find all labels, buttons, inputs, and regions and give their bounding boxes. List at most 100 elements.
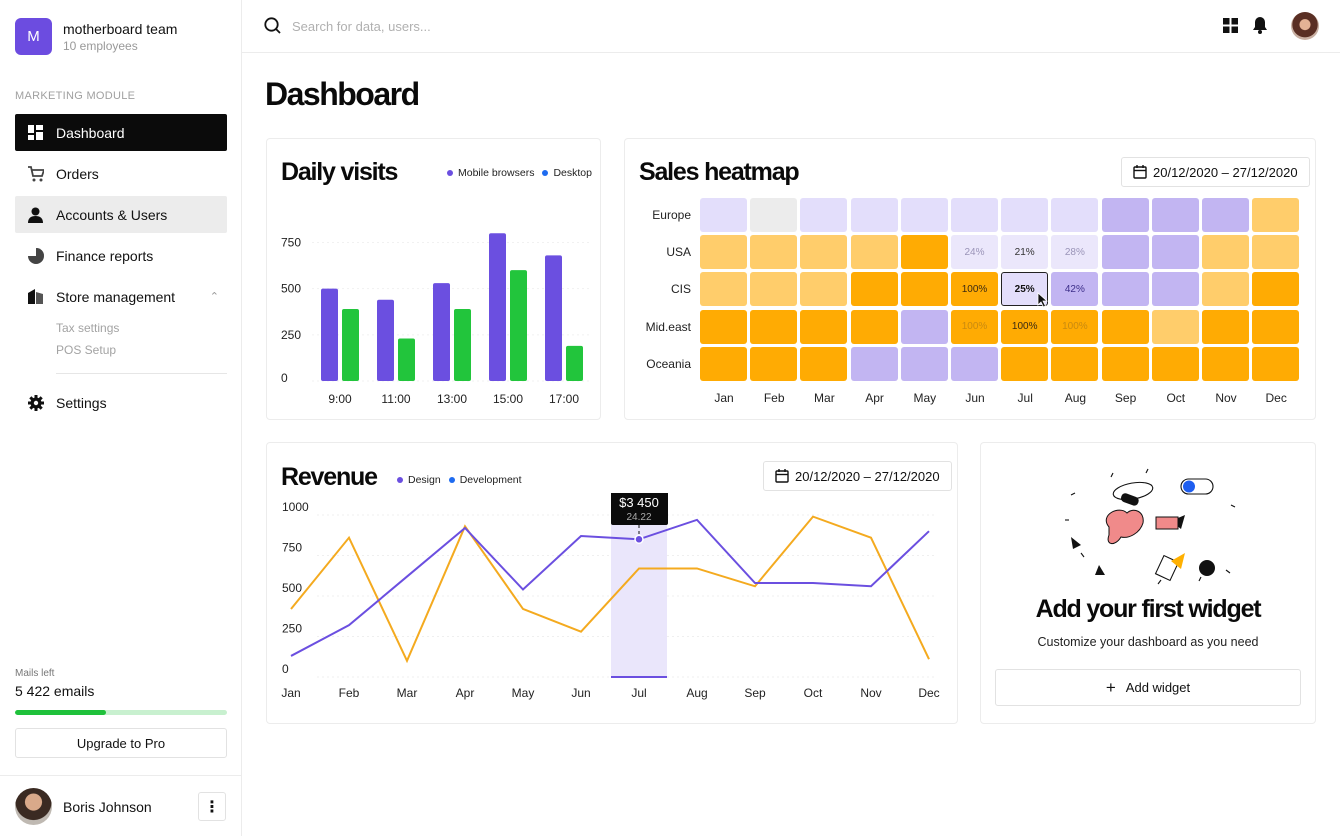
apps-grid-icon[interactable] <box>1223 18 1238 38</box>
bar-mobile-browsers[interactable] <box>377 299 394 381</box>
sidebar-item-accounts[interactable]: Accounts & Users <box>15 196 227 233</box>
heatmap-cell[interactable] <box>850 346 898 381</box>
heatmap-cell[interactable] <box>1151 198 1199 232</box>
heatmap-cell[interactable] <box>850 235 898 270</box>
bar-mobile-browsers[interactable] <box>545 255 562 381</box>
heatmap-cell[interactable] <box>1101 346 1149 381</box>
heatmap-cell[interactable] <box>750 235 798 270</box>
heatmap-cell[interactable] <box>800 235 848 270</box>
heatmap-cell[interactable] <box>1252 272 1300 307</box>
calendar-icon <box>775 469 789 483</box>
heatmap-cell[interactable] <box>1151 346 1199 381</box>
heatmap-cell[interactable] <box>1202 309 1249 344</box>
heatmap-cell[interactable] <box>1101 309 1149 344</box>
bar-desktop[interactable] <box>342 308 359 381</box>
heatmap-cell[interactable] <box>700 309 747 344</box>
bar-mobile-browsers[interactable] <box>433 283 450 381</box>
bar-desktop[interactable] <box>510 270 527 381</box>
search-input[interactable] <box>292 14 692 38</box>
heatmap-cell[interactable] <box>1252 346 1300 381</box>
bar-desktop[interactable] <box>454 308 471 381</box>
heatmap-cell[interactable] <box>800 346 848 381</box>
daily-visits-title: Daily visits <box>281 158 398 186</box>
gear-icon <box>27 394 44 411</box>
heatmap-cell[interactable]: 21% <box>1001 235 1049 270</box>
sidebar-item-dashboard[interactable]: Dashboard <box>15 114 227 151</box>
more-menu-button[interactable]: ⋮ <box>198 792 226 821</box>
avatar[interactable] <box>15 788 52 825</box>
heatmap-cell[interactable] <box>800 198 848 232</box>
heatmap-cell[interactable] <box>1202 198 1249 232</box>
heatmap-row-label: USA <box>666 245 691 260</box>
heatmap-cell[interactable] <box>900 272 948 307</box>
data-point-marker[interactable] <box>634 534 644 545</box>
widget-illustration <box>1065 468 1236 585</box>
sidebar-item-settings[interactable]: Settings <box>15 384 227 421</box>
heatmap-cell[interactable]: 100% <box>1051 309 1099 344</box>
heatmap-cell[interactable] <box>800 272 848 307</box>
heatmap-cell[interactable]: 100% <box>951 272 998 307</box>
heatmap-cell[interactable]: 24% <box>951 235 998 270</box>
heatmap-cell[interactable]: 100% <box>951 309 998 344</box>
bar-mobile-browsers[interactable] <box>321 288 338 381</box>
heatmap-cell[interactable]: 100% <box>1001 309 1049 344</box>
heatmap-cell[interactable] <box>750 198 798 232</box>
heatmap-cell[interactable] <box>1001 198 1049 232</box>
heatmap-cell[interactable] <box>900 198 948 232</box>
heatmap-cell[interactable] <box>1001 346 1049 381</box>
sidebar-item-store[interactable]: Store management ⌃ <box>15 278 227 315</box>
heatmap-cell[interactable] <box>1202 235 1249 270</box>
heatmap-cell[interactable] <box>750 309 798 344</box>
heatmap-cell[interactable] <box>1101 235 1149 270</box>
heatmap-cell[interactable] <box>800 309 848 344</box>
heatmap-cell[interactable] <box>1151 309 1199 344</box>
sidebar-subitem-pos[interactable]: POS Setup <box>56 339 227 361</box>
x-tick-label: Feb <box>339 686 360 700</box>
bar-desktop[interactable] <box>398 338 415 381</box>
add-widget-button[interactable]: + Add widget <box>995 669 1301 706</box>
tooltip-sub: 24.22 <box>626 512 651 523</box>
chevron-up-icon[interactable]: ⌃ <box>210 290 219 303</box>
heatmap-cell[interactable] <box>1202 346 1249 381</box>
heatmap-cell[interactable] <box>1252 235 1300 270</box>
heatmap-cell[interactable] <box>850 198 898 232</box>
bell-icon[interactable] <box>1252 16 1268 39</box>
heatmap-cell[interactable] <box>850 272 898 307</box>
heatmap-cell[interactable] <box>1202 272 1249 307</box>
heatmap-cell[interactable] <box>700 346 747 381</box>
sidebar-item-finance[interactable]: Finance reports <box>15 237 227 274</box>
line-design[interactable] <box>290 518 930 657</box>
sidebar-subitem-tax[interactable]: Tax settings <box>56 317 227 339</box>
heatmap-cell[interactable] <box>951 346 998 381</box>
heatmap-cell[interactable] <box>1051 346 1099 381</box>
heatmap-cell[interactable] <box>700 198 747 232</box>
heatmap-cell[interactable] <box>1101 272 1149 307</box>
heatmap-cell[interactable] <box>1252 198 1300 232</box>
heatmap-cell[interactable] <box>900 235 948 270</box>
heatmap-cell[interactable]: 42% <box>1051 272 1099 307</box>
heatmap-col-label: Mar <box>814 391 835 405</box>
heatmap-cell[interactable] <box>1051 198 1099 232</box>
heatmap-cell[interactable] <box>951 198 998 232</box>
sidebar-item-orders[interactable]: Orders <box>15 155 227 192</box>
heatmap-cell[interactable] <box>900 309 948 344</box>
heatmap-cell[interactable] <box>1252 309 1300 344</box>
sidebar-item-label: Finance reports <box>56 247 154 264</box>
avatar[interactable] <box>1291 12 1319 40</box>
heatmap-cell[interactable] <box>900 346 948 381</box>
heatmap-cell[interactable] <box>1151 272 1199 307</box>
heatmap-cell[interactable] <box>700 272 747 307</box>
upgrade-button[interactable]: Upgrade to Pro <box>15 728 227 758</box>
heatmap-cell[interactable] <box>850 309 898 344</box>
heatmap-cell[interactable]: 28% <box>1051 235 1099 270</box>
heatmap-cell[interactable] <box>700 235 747 270</box>
team-switcher[interactable]: M motherboard team 10 employees <box>15 18 177 55</box>
heatmap-date-range-button[interactable]: 20/12/2020 – 27/12/2020 <box>1121 157 1310 187</box>
bar-mobile-browsers[interactable] <box>489 233 506 381</box>
heatmap-cell[interactable] <box>1101 198 1149 232</box>
heatmap-cell[interactable] <box>1151 235 1199 270</box>
heatmap-cell[interactable] <box>750 272 798 307</box>
bar-desktop[interactable] <box>566 345 583 381</box>
heatmap-cell[interactable] <box>750 346 798 381</box>
revenue-date-range-button[interactable]: 20/12/2020 – 27/12/2020 <box>763 461 952 491</box>
